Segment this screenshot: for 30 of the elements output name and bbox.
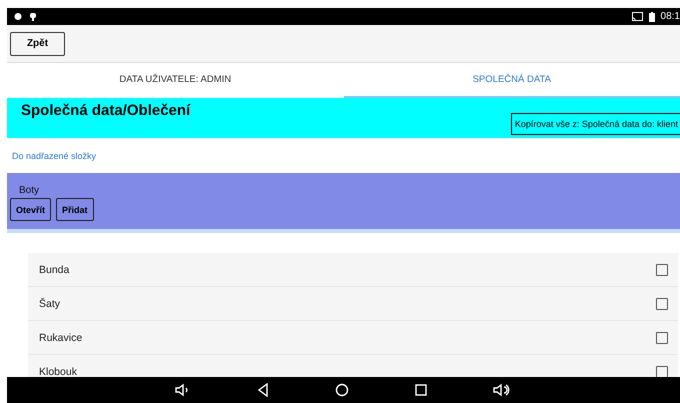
checkbox[interactable] [656,332,668,344]
folder-button[interactable]: Otevřít [10,198,52,221]
home-icon[interactable] [334,383,348,397]
item-label: Rukavice [39,332,82,344]
item-label: Klobouk [39,366,77,377]
folder-name: Boty [19,185,40,196]
tab[interactable]: DATA UŽIVATELE: ADMIN [7,63,344,98]
folder-button[interactable]: Přidat [56,198,94,221]
item-label: Šaty [39,298,60,310]
cast-icon [632,12,643,21]
parent-folder-link[interactable]: Do nadřazené složky [12,150,96,160]
notification-icon [13,12,23,21]
list-item[interactable]: Rukavice [28,321,678,355]
list-item[interactable]: Bunda [28,253,678,287]
back-button[interactable]: Zpět [10,32,65,56]
android-icon [29,12,37,21]
copy-button[interactable]: Kopírovat vše z: Společná data do: klient [510,113,680,135]
checkbox[interactable] [656,264,668,276]
item-label: Bunda [39,264,70,276]
checkbox[interactable] [656,298,668,310]
list-item[interactable]: Klobouk [28,355,678,377]
volume-up-icon[interactable] [492,383,512,397]
recents-icon[interactable] [414,384,426,396]
list-item[interactable]: Šaty [28,287,678,321]
back-icon[interactable] [256,383,268,397]
battery-icon [648,12,655,22]
clock-time: 08:1 [660,11,680,22]
volume-down-icon[interactable] [174,383,190,397]
folder-title: Společná data/Oblečení [21,102,190,119]
tab[interactable]: SPOLEČNÁ DATA [344,63,680,98]
